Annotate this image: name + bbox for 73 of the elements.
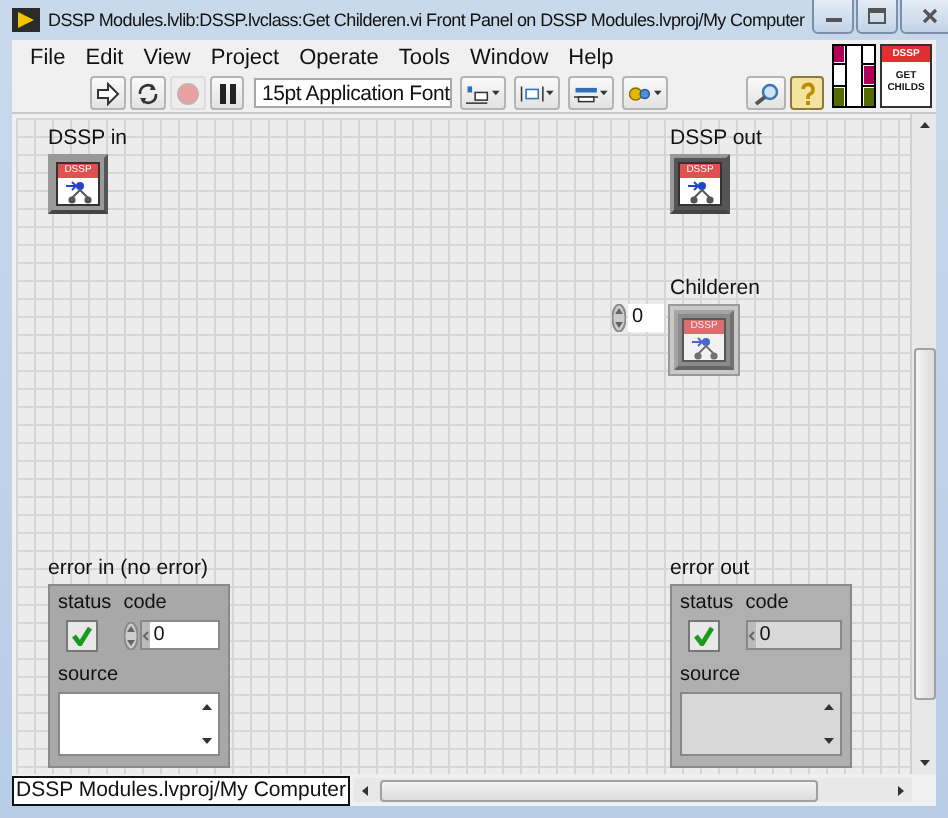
control-label: DSSP in — [48, 126, 127, 150]
code-label: code — [123, 592, 169, 616]
run-button[interactable] — [90, 76, 126, 110]
control-label: Childeren — [670, 276, 760, 300]
caret-icon — [898, 785, 904, 795]
search-icon — [752, 81, 780, 105]
maximize-icon — [868, 8, 887, 24]
resize-button[interactable] — [568, 76, 614, 110]
pause-icon — [217, 83, 237, 103]
control-label: error out — [670, 556, 750, 580]
menu-item[interactable]: Tools — [388, 45, 461, 69]
radix-icon — [141, 625, 150, 645]
align-objects-icon — [466, 81, 491, 105]
menu-item[interactable]: Window — [460, 45, 559, 69]
caret-icon — [919, 122, 929, 128]
minimize-button[interactable] — [812, 0, 855, 34]
source-field[interactable] — [58, 692, 220, 756]
menu-item[interactable]: Edit — [75, 45, 134, 69]
caret-icon — [492, 90, 500, 96]
status-label: status — [58, 592, 112, 616]
caret-icon — [919, 760, 929, 766]
stop-icon — [176, 81, 200, 105]
hierarchy-icon — [690, 336, 718, 360]
close-button[interactable] — [900, 0, 948, 34]
caret-icon — [600, 90, 608, 96]
pause-button[interactable] — [210, 76, 244, 110]
distribute-button[interactable] — [514, 76, 560, 110]
caret-icon — [361, 785, 368, 795]
control-label: DSSP out — [670, 126, 762, 150]
status-label: status — [680, 592, 734, 616]
spin-arrows-icon — [123, 621, 138, 649]
code-field: 0 — [745, 620, 842, 650]
code-label: code — [745, 592, 791, 616]
spin-arrows-icon — [612, 304, 626, 332]
run-continuously-button[interactable] — [130, 76, 166, 110]
menu-item[interactable]: Operate — [289, 45, 389, 69]
status-bar-text: DSSP Modules.lvproj/My Computer — [12, 775, 350, 805]
menu-item[interactable]: Help — [558, 45, 624, 69]
hierarchy-icon — [64, 180, 92, 204]
maximize-button[interactable] — [856, 0, 899, 34]
horizontal-scrollbar[interactable] — [353, 778, 912, 802]
control-label: error in (no error) — [48, 556, 208, 580]
caret-icon — [546, 90, 554, 96]
align-button[interactable] — [460, 76, 506, 110]
caret-icon — [202, 738, 212, 744]
font-dropdown[interactable]: 15pt Application Font — [254, 78, 452, 108]
caret-icon — [202, 704, 212, 710]
caret-icon — [824, 738, 834, 744]
check-icon — [72, 626, 92, 646]
menu-item[interactable]: View — [133, 45, 201, 69]
source-label: source — [680, 664, 743, 688]
reorder-button[interactable] — [622, 76, 668, 110]
status-indicator[interactable] — [66, 620, 98, 652]
menu-item[interactable]: File — [20, 45, 76, 69]
arrow-icon — [96, 81, 120, 105]
hierarchy-icon — [686, 180, 714, 204]
app-icon — [12, 8, 40, 32]
connector-pane-icon — [832, 44, 876, 108]
caret-icon — [824, 704, 834, 710]
source-label: source — [58, 664, 121, 688]
code-field[interactable]: 0 — [139, 620, 220, 650]
check-icon — [694, 626, 714, 646]
vertical-scrollbar[interactable] — [910, 114, 936, 774]
distribute-objects-icon — [520, 81, 545, 105]
circular-arrows-icon — [136, 81, 160, 105]
search-button[interactable] — [746, 76, 786, 110]
window-title: DSSP Modules.lvlib:DSSP.lvclass:Get Childeren.vi Front Panel on DSSP Modules.lvproj/My Computer — [48, 10, 805, 30]
help-button[interactable] — [790, 76, 824, 110]
caret-icon — [654, 90, 662, 96]
question-mark-icon — [799, 81, 815, 105]
radix-icon — [747, 625, 756, 645]
close-icon — [922, 8, 939, 24]
menu-item[interactable]: Project — [200, 45, 290, 69]
